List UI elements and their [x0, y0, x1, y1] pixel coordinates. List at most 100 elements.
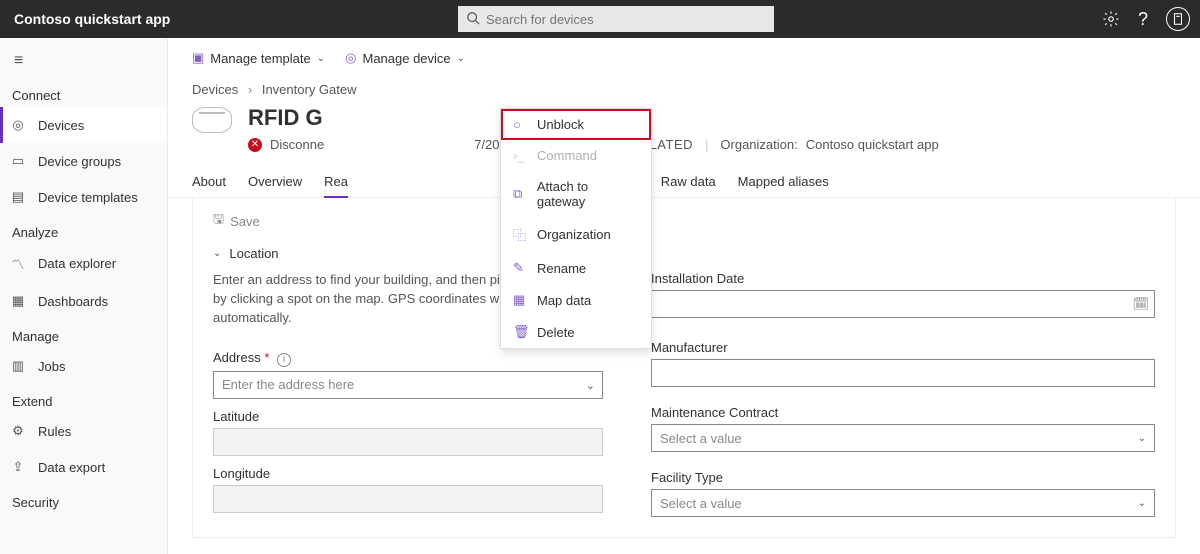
- rename-icon: ✎: [513, 260, 527, 276]
- breadcrumb-node[interactable]: Inventory Gatew: [262, 82, 357, 97]
- sidebar-item-device-templates[interactable]: ▤ Device templates: [0, 179, 167, 215]
- section-connect: Connect: [0, 78, 167, 107]
- manufacturer-input[interactable]: [651, 359, 1155, 387]
- tab-rea[interactable]: Rea: [324, 166, 348, 197]
- device-hardware-icon: [192, 107, 232, 133]
- chevron-down-icon: ⌄: [317, 53, 325, 64]
- menu-item-unblock[interactable]: ○ Unblock: [501, 109, 651, 140]
- sidebar-item-label: Data explorer: [38, 256, 116, 271]
- gear-icon[interactable]: [1102, 10, 1120, 28]
- sidebar-item-label: Dashboards: [38, 294, 108, 309]
- device-status-row: ✕ Disconne 7/2022, 1:08:57 PM | SIMULATE…: [168, 133, 1200, 160]
- sidebar-item-data-export[interactable]: ⇪ Data export: [0, 449, 167, 485]
- facility-label: Facility Type: [651, 470, 1155, 485]
- chevron-down-icon: ⌄: [1138, 498, 1146, 509]
- sidebar-item-label: Device groups: [38, 154, 121, 169]
- device-templates-icon: ▤: [10, 189, 26, 205]
- longitude-label: Longitude: [213, 466, 603, 481]
- data-explorer-icon: 〽: [10, 254, 26, 273]
- rules-icon: ⚙: [10, 423, 26, 439]
- menu-item-command: ›_ Command: [501, 140, 651, 171]
- menu-label: Map data: [537, 293, 591, 308]
- top-bar: Contoso quickstart app ?: [0, 0, 1200, 38]
- section-security: Security: [0, 485, 167, 514]
- tab-raw-data[interactable]: Raw data: [661, 166, 716, 197]
- sidebar-item-devices[interactable]: ◎ Devices: [0, 107, 167, 143]
- menu-item-organization[interactable]: ⿻ Organization: [501, 217, 651, 252]
- manage-template-button[interactable]: ▣ Manage template ⌄: [192, 50, 325, 66]
- tab-overview[interactable]: Overview: [248, 166, 302, 197]
- data-export-icon: ⇪: [10, 459, 26, 475]
- address-combo: ⌄: [213, 371, 603, 399]
- search-wrap: [458, 6, 774, 32]
- section-manage: Manage: [0, 319, 167, 348]
- tab-mapped-aliases[interactable]: Mapped aliases: [738, 166, 829, 197]
- main: ▣ Manage template ⌄ ◎ Manage device ⌄ De…: [168, 38, 1200, 554]
- section-location-toggle[interactable]: ⌄ Location: [193, 232, 1175, 271]
- template-icon: ▣: [192, 50, 204, 66]
- sidebar-item-device-groups[interactable]: ▭ Device groups: [0, 143, 167, 179]
- device-title: RFID G: [248, 105, 323, 131]
- manage-device-menu: ○ Unblock ›_ Command ⧉ Attach to gateway…: [500, 108, 652, 349]
- chevron-down-icon: ⌄: [1138, 433, 1146, 444]
- search-icon: [466, 11, 480, 25]
- sidebar-item-label: Jobs: [38, 359, 65, 374]
- breadcrumb: Devices › Inventory Gatew: [168, 78, 1200, 97]
- save-button[interactable]: 🖫 Save: [193, 198, 1175, 232]
- device-icon: ◎: [345, 50, 356, 66]
- save-label: Save: [230, 214, 260, 229]
- status-text: Disconne: [270, 137, 324, 152]
- sidebar-item-jobs[interactable]: ▥ Jobs: [0, 348, 167, 384]
- sidebar: ≡ Connect ◎ Devices ▭ Device groups ▤ De…: [0, 38, 168, 554]
- chevron-down-icon: ⌄: [213, 248, 221, 259]
- chevron-right-icon: ›: [248, 82, 252, 97]
- jobs-icon: ▥: [10, 358, 26, 374]
- facility-select[interactable]: Select a value ⌄: [651, 489, 1155, 517]
- cmd-label: Manage device: [362, 51, 450, 66]
- org-label: Organization:: [720, 137, 797, 152]
- calendar-icon[interactable]: 🗓: [1132, 296, 1149, 312]
- sidebar-item-dashboards[interactable]: ▦ Dashboards: [0, 283, 167, 319]
- menu-label: Attach to gateway: [537, 179, 639, 209]
- chevron-down-icon[interactable]: ⌄: [586, 379, 595, 392]
- cmd-label: Manage template: [210, 51, 310, 66]
- device-header: RFID G: [168, 97, 1200, 133]
- install-date-label: Installation Date: [651, 271, 1155, 286]
- tab-about[interactable]: About: [192, 166, 226, 197]
- unblock-icon: ○: [513, 117, 527, 132]
- required-asterisk: *: [264, 350, 269, 365]
- command-icon: ›_: [513, 148, 527, 163]
- menu-label: Unblock: [537, 117, 584, 132]
- menu-item-delete[interactable]: 🗑 Delete: [501, 316, 651, 348]
- link-icon: ⧉: [513, 186, 527, 202]
- menu-item-map-data[interactable]: ▦ Map data: [501, 284, 651, 316]
- help-icon[interactable]: ?: [1138, 9, 1148, 30]
- address-input[interactable]: [213, 371, 603, 399]
- address-label: Address * i: [213, 350, 603, 367]
- menu-item-attach-gateway[interactable]: ⧉ Attach to gateway: [501, 171, 651, 217]
- install-date-input[interactable]: [651, 290, 1155, 318]
- maintenance-label: Maintenance Contract: [651, 405, 1155, 420]
- info-icon[interactable]: i: [277, 353, 291, 367]
- sidebar-item-label: Data export: [38, 460, 105, 475]
- section-title-label: Location: [229, 246, 278, 261]
- section-analyze: Analyze: [0, 215, 167, 244]
- status-error-icon: ✕: [248, 138, 262, 152]
- menu-label: Command: [537, 148, 597, 163]
- save-icon: 🖫: [213, 210, 224, 232]
- maintenance-select[interactable]: Select a value ⌄: [651, 424, 1155, 452]
- avatar[interactable]: [1166, 7, 1190, 31]
- manage-device-button[interactable]: ◎ Manage device ⌄: [345, 50, 465, 66]
- search-input[interactable]: [458, 6, 774, 32]
- hamburger-icon[interactable]: ≡: [0, 44, 167, 78]
- menu-item-rename[interactable]: ✎ Rename: [501, 252, 651, 284]
- layout: ≡ Connect ◎ Devices ▭ Device groups ▤ De…: [0, 38, 1200, 554]
- menu-label: Organization: [537, 227, 611, 242]
- chevron-down-icon: ⌄: [457, 53, 465, 64]
- select-value: Select a value: [660, 496, 742, 511]
- sidebar-item-data-explorer[interactable]: 〽 Data explorer: [0, 244, 167, 283]
- delete-icon: 🗑: [513, 324, 527, 340]
- breadcrumb-root[interactable]: Devices: [192, 82, 238, 97]
- sidebar-item-rules[interactable]: ⚙ Rules: [0, 413, 167, 449]
- sidebar-item-label: Device templates: [38, 190, 138, 205]
